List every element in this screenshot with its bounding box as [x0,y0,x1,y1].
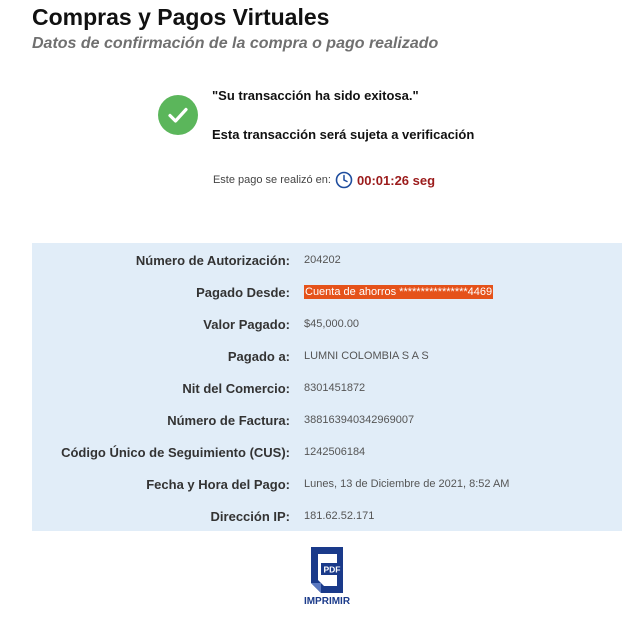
payment-time-value: 00:01:26 seg [356,172,436,188]
detail-value: Lunes, 13 de Diciembre de 2021, 8:52 AM [304,478,510,490]
verification-message: Esta transacción será sujeta a verificac… [212,127,475,142]
detail-label: Dirección IP: [210,508,290,524]
print-label[interactable]: IMPRIMIR [304,596,350,607]
detail-label: Pagado Desde: [196,284,290,300]
detail-row-paid-from: Pagado Desde: Cuenta de ahorros ********… [32,282,622,302]
page-subtitle: Datos de confirmación de la compra o pag… [32,35,439,52]
pdf-icon-text: PDF [324,565,341,575]
detail-row-authorization: Número de Autorización: 204202 [32,250,622,270]
transaction-details-panel: Número de Autorización: 204202 Pagado De… [32,243,622,531]
detail-row-payment-date: Fecha y Hora del Pago: Lunes, 13 de Dici… [32,474,622,494]
detail-label: Número de Autorización: [135,252,290,268]
detail-row-cus: Código Único de Seguimiento (CUS): 12425… [32,442,622,462]
detail-value: LUMNI COLOMBIA S A S [304,350,429,362]
success-message: "Su transacción ha sido exitosa." [212,88,419,103]
detail-row-merchant-nit: Nit del Comercio: 8301451872 [32,378,622,398]
detail-value: 388163940342969007 [304,414,415,426]
detail-value: 204202 [304,254,341,266]
detail-value: 1242506184 [304,446,366,458]
detail-value-highlighted: Cuenta de ahorros ****************4469 [304,285,494,299]
detail-label: Valor Pagado: [203,316,290,332]
detail-row-invoice-number: Número de Factura: 388163940342969007 [32,410,622,430]
page-title: Compras y Pagos Virtuales [32,4,330,30]
detail-row-amount: Valor Pagado: $45,000.00 [32,314,622,334]
clock-icon [335,171,353,189]
detail-label: Pagado a: [227,348,290,364]
pdf-icon[interactable]: PDF [307,545,347,595]
detail-row-ip-address: Dirección IP: 181.62.52.171 [32,506,622,526]
detail-value: $45,000.00 [304,318,360,330]
check-circle-icon [158,95,198,135]
detail-value: 8301451872 [304,382,366,394]
payment-time-label: Este pago se realizó en: [212,174,331,186]
detail-label: Número de Factura: [167,412,290,428]
detail-value: 181.62.52.171 [304,510,375,522]
detail-row-paid-to: Pagado a: LUMNI COLOMBIA S A S [32,346,622,366]
detail-label: Código Único de Seguimiento (CUS): [61,444,290,460]
detail-label: Nit del Comercio: [182,380,290,396]
print-button[interactable]: PDF IMPRIMIR [296,545,358,611]
payment-time-row: Este pago se realizó en: 00:01:26 seg [0,171,640,189]
detail-label: Fecha y Hora del Pago: [146,476,290,492]
